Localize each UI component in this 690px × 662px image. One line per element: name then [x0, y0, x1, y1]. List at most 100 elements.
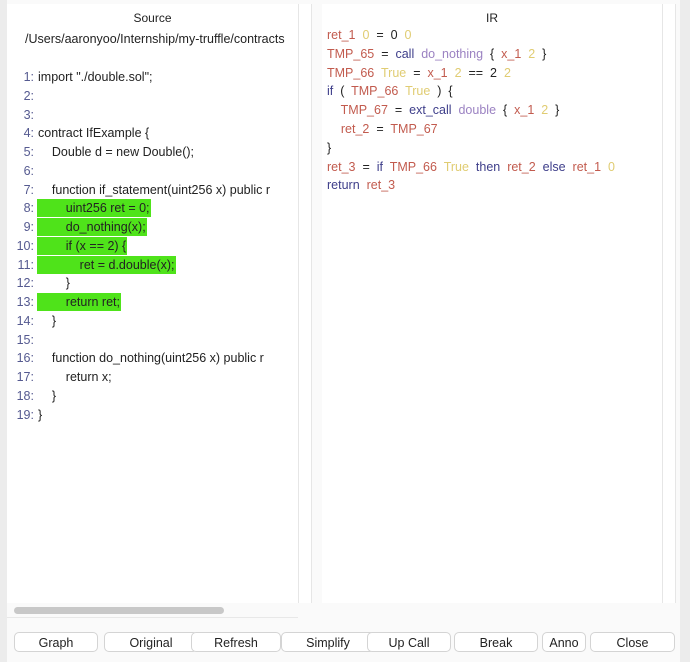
ir-token-val: True — [443, 159, 469, 174]
code-text: function do_nothing(uint256 x) public r — [38, 351, 264, 366]
source-file-path: /Users/aaronyoo/Internship/my-truffle/co… — [25, 32, 285, 46]
anno-button[interactable]: Anno — [542, 632, 586, 652]
source-pane[interactable]: Source /Users/aaronyoo/Internship/my-tru… — [7, 4, 298, 603]
code-text: } — [38, 388, 57, 403]
ir-token-op: = — [394, 103, 403, 118]
simplify-button[interactable]: Simplify — [281, 632, 375, 652]
line-number: 10: — [16, 238, 34, 253]
ir-token-var: TMP_65 — [327, 46, 375, 61]
ir-token-op: { — [490, 46, 495, 61]
ir-vertical-scrollbar[interactable] — [662, 4, 676, 603]
line-number: 19: — [16, 407, 34, 422]
ir-token-kw: call — [395, 46, 415, 61]
line-number: 5: — [23, 145, 34, 159]
ir-token-val: 2 — [541, 103, 549, 118]
line-number: 13: — [16, 295, 34, 309]
ir-token-var: x_1 — [514, 103, 535, 118]
ir-token-val: 0 — [607, 159, 615, 174]
highlighted-code: if (x == 2) { — [37, 236, 128, 255]
source-title: Source — [133, 11, 172, 25]
line-number: 7: — [23, 182, 34, 197]
ir-token-var: TMP_66 — [389, 159, 437, 174]
original-button[interactable]: Original — [104, 632, 198, 652]
code-text: Double d = new Double(); — [38, 145, 194, 159]
ir-token-op: } — [555, 103, 560, 118]
highlighted-code: return ret; — [37, 293, 121, 311]
ir-line: TMP_66 True = x_1 2 == 2 2 — [327, 64, 511, 82]
ir-token-var: x_1 — [427, 65, 448, 80]
source-horizontal-scrollbar[interactable] — [7, 603, 298, 618]
ir-line: TMP_65 = call do_nothing { x_1 2 } — [327, 45, 546, 63]
ir-token-var: ret_1 — [572, 159, 602, 174]
line-number: 12: — [16, 276, 34, 291]
ir-token-kw: else — [542, 159, 566, 174]
graph-button[interactable]: Graph — [14, 632, 98, 652]
ir-token-val: 2 — [503, 65, 511, 80]
code-text: } — [38, 407, 43, 422]
close-button[interactable]: Close — [590, 632, 675, 652]
code-text: } — [38, 313, 57, 328]
ir-token-kw: if — [376, 159, 383, 174]
scrollbar-thumb[interactable] — [14, 607, 224, 614]
ir-token-val: 0 — [404, 28, 412, 42]
ir-token-op: = — [413, 65, 421, 80]
ir-token-op: ( — [340, 84, 345, 99]
line-number: 3: — [23, 107, 34, 122]
ir-token-var: TMP_67 — [327, 103, 388, 118]
ir-title: IR — [486, 11, 498, 25]
ir-token-fn: do_nothing — [421, 46, 484, 61]
break-button[interactable]: Break — [454, 632, 538, 652]
code-text: import "./double.sol"; — [38, 70, 153, 84]
line-number: 17: — [16, 370, 34, 384]
highlighted-code: do_nothing(x); — [37, 218, 147, 236]
refresh-button[interactable]: Refresh — [191, 632, 281, 652]
code-text: contract IfExample { — [38, 126, 150, 141]
ir-token-kw: ext_call — [409, 103, 452, 118]
code-text: return x; — [38, 370, 112, 384]
ir-token-var: ret_2 — [507, 159, 536, 174]
ir-token-op: } — [327, 140, 332, 155]
ir-token-var: ret_2 — [327, 122, 370, 136]
ir-line: ret_1 0 = 0 0 — [327, 26, 411, 44]
ir-token-val: True — [405, 84, 431, 99]
line-number: 16: — [16, 351, 34, 366]
ir-line: } — [327, 139, 331, 157]
line-number: 14: — [16, 313, 34, 328]
ir-token-val: 2 — [454, 65, 462, 80]
line-number: 18: — [16, 388, 34, 403]
ir-token-var: x_1 — [501, 46, 522, 61]
ir-line: if ( TMP_66 True ) { — [327, 82, 453, 100]
ir-token-op: 2 — [490, 65, 497, 80]
ir-token-val: True — [380, 65, 407, 80]
ir-token-op: { — [502, 103, 508, 118]
ir-token-kw: if — [327, 84, 334, 99]
ir-token-op: } — [542, 46, 547, 61]
ir-token-var: ret_1 — [327, 28, 356, 42]
ir-token-op: = — [376, 28, 384, 42]
ir-token-op: 0 — [390, 28, 398, 42]
highlighted-code: ret = d.double(x); — [37, 255, 176, 274]
ir-token-fn: double — [458, 103, 497, 118]
line-number: 6: — [23, 163, 34, 178]
up-call-button[interactable]: Up Call — [367, 632, 451, 652]
ir-pane[interactable]: IR ret_1 0 = 0 0 TMP_65 = call do_nothing… — [322, 4, 662, 603]
line-number: 4: — [23, 126, 34, 141]
code-text: } — [38, 276, 70, 291]
line-number: 11: — [17, 257, 34, 272]
ir-line: ret_3 = if TMP_66 True then ret_2 else r… — [327, 158, 615, 176]
ir-token-kw: return — [327, 178, 360, 193]
ir-token-op: = — [362, 159, 370, 174]
ir-token-val: 0 — [362, 28, 370, 42]
ir-token-op: = — [381, 46, 389, 61]
ir-token-val: 2 — [528, 46, 536, 61]
code-text: function if_statement(uint256 x) public … — [38, 182, 271, 197]
line-number: 1: — [23, 70, 34, 84]
source-vertical-scrollbar[interactable] — [298, 4, 312, 603]
line-number: 15: — [16, 332, 34, 347]
ir-token-op: == — [468, 65, 484, 80]
line-number: 9: — [23, 220, 34, 234]
ir-token-var: ret_3 — [366, 178, 396, 193]
line-number: 8: — [23, 201, 34, 216]
ir-line: return ret_3 — [327, 176, 395, 194]
ir-token-var: TMP_66 — [351, 84, 399, 99]
